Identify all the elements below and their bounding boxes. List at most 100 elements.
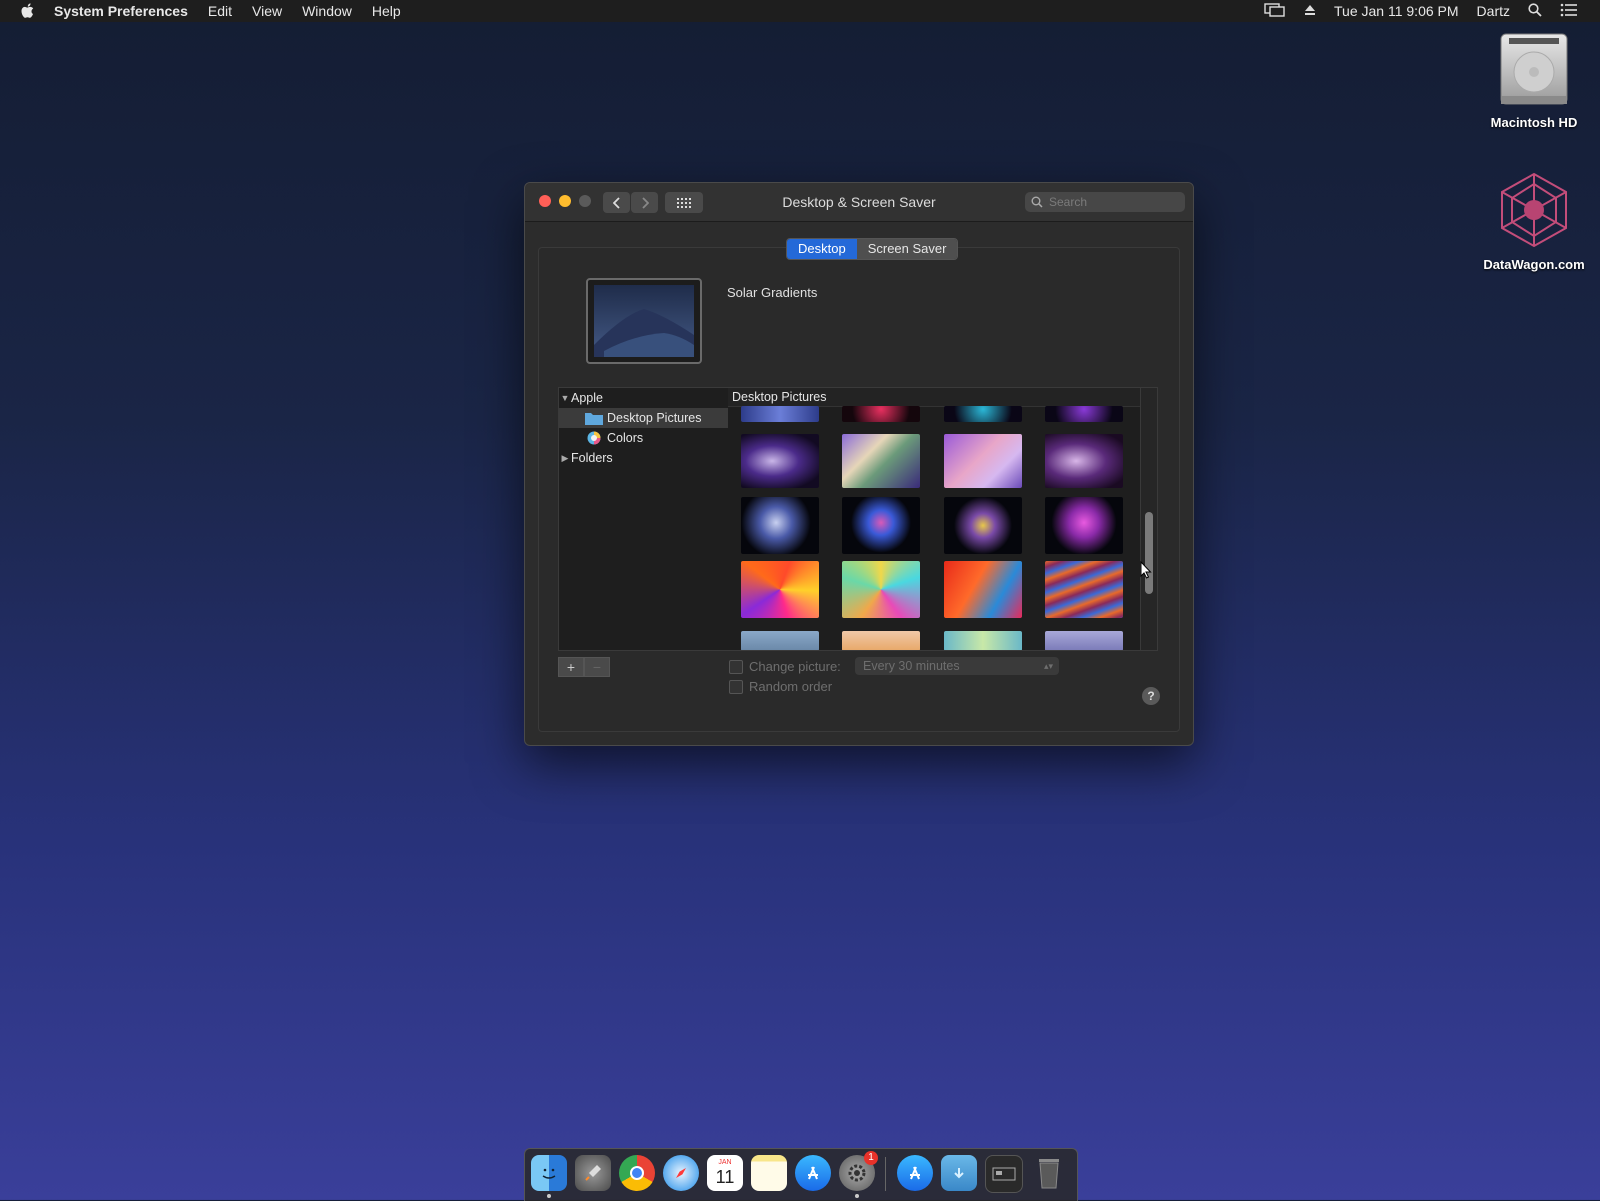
- add-remove-buttons: + −: [558, 657, 610, 677]
- wallpaper-thumbnail[interactable]: [944, 497, 1022, 554]
- random-order-option: Random order: [729, 679, 832, 694]
- search-icon: [1031, 196, 1043, 208]
- running-indicator: [547, 1194, 551, 1198]
- source-item-label: Colors: [607, 431, 644, 445]
- disclosure-closed-icon[interactable]: ▶: [559, 453, 571, 464]
- title-bar[interactable]: Desktop & Screen Saver Search: [525, 183, 1193, 222]
- stepper-arrows-icon: ▴▾: [1043, 661, 1053, 671]
- wallpaper-grid: Desktop Pictures: [728, 387, 1140, 651]
- datawagon-logo-icon: [1501, 172, 1567, 248]
- tab-desktop[interactable]: Desktop: [787, 239, 857, 259]
- dock-calendar-icon[interactable]: JAN 11: [707, 1155, 743, 1191]
- wallpaper-thumbnail[interactable]: [1045, 434, 1123, 488]
- wallpaper-thumbnail[interactable]: [944, 561, 1022, 618]
- dock-screenshot-icon[interactable]: [985, 1155, 1023, 1193]
- spotlight-search-icon[interactable]: [1528, 2, 1542, 20]
- mouse-cursor-icon: [1140, 560, 1152, 584]
- wallpaper-thumbnail[interactable]: [741, 497, 819, 554]
- dock-app-store-icon[interactable]: [795, 1155, 831, 1191]
- menu-user[interactable]: Dartz: [1477, 3, 1510, 19]
- add-folder-button[interactable]: +: [558, 657, 584, 677]
- menu-window[interactable]: Window: [302, 3, 352, 19]
- dock-launchpad-icon[interactable]: [575, 1155, 611, 1191]
- desktop-icon-label: DataWagon.com: [1483, 257, 1585, 272]
- folder-icon: [585, 413, 603, 425]
- dock-notes-icon[interactable]: [751, 1155, 787, 1191]
- wallpaper-thumbnail[interactable]: [842, 631, 920, 650]
- system-preferences-window: Desktop & Screen Saver Search Desktop Sc…: [524, 182, 1194, 746]
- source-item-label: Desktop Pictures: [607, 411, 702, 425]
- wallpaper-thumbnail[interactable]: [1045, 631, 1123, 650]
- grid-header: Desktop Pictures: [728, 388, 1140, 407]
- source-item-colors[interactable]: Colors: [559, 428, 729, 448]
- dock-trash-icon[interactable]: [1031, 1155, 1067, 1191]
- dock-separator: [885, 1157, 886, 1191]
- menu-bar: System Preferences Edit View Window Help…: [0, 0, 1600, 22]
- change-picture-checkbox[interactable]: [729, 659, 743, 674]
- wallpaper-preview-image: [594, 285, 694, 357]
- change-picture-label: Change picture:: [749, 659, 841, 674]
- random-order-checkbox[interactable]: [729, 679, 743, 694]
- dock-chrome-icon[interactable]: [619, 1155, 655, 1191]
- dock-finder-icon[interactable]: [531, 1155, 567, 1191]
- menu-edit[interactable]: Edit: [208, 3, 232, 19]
- wallpaper-thumbnail[interactable]: [842, 406, 920, 422]
- source-list: ▼ Apple Desktop Pictures Colors ▶ Folder…: [558, 387, 730, 651]
- color-wheel-icon: [587, 431, 601, 445]
- search-placeholder: Search: [1049, 195, 1088, 209]
- source-group-apple[interactable]: ▼ Apple: [559, 388, 729, 408]
- wallpaper-thumbnail[interactable]: [741, 631, 819, 650]
- apple-menu-icon[interactable]: [20, 2, 38, 20]
- wallpaper-thumbnail[interactable]: [1045, 561, 1123, 618]
- tab-control: Desktop Screen Saver: [786, 238, 959, 260]
- wallpaper-thumbnail[interactable]: [741, 406, 819, 422]
- notification-center-icon[interactable]: [1560, 3, 1578, 20]
- remove-folder-button[interactable]: −: [584, 657, 610, 677]
- dock: JAN 11 1: [524, 1148, 1078, 1201]
- wallpaper-thumbnail[interactable]: [1045, 497, 1123, 554]
- running-indicator: [855, 1194, 859, 1198]
- dock-system-preferences-icon[interactable]: 1: [839, 1151, 878, 1191]
- wallpaper-thumbnail[interactable]: [842, 497, 920, 554]
- help-button[interactable]: ?: [1142, 687, 1160, 705]
- wallpaper-preview: [586, 278, 702, 364]
- eject-icon[interactable]: [1304, 3, 1316, 19]
- search-field[interactable]: Search: [1025, 192, 1185, 212]
- calendar-month: JAN: [718, 1159, 732, 1166]
- wallpaper-thumbnail[interactable]: [741, 434, 819, 488]
- disclosure-open-icon[interactable]: ▼: [559, 393, 571, 403]
- tab-screen-saver[interactable]: Screen Saver: [856, 239, 958, 259]
- notification-badge: 1: [864, 1151, 878, 1165]
- wallpaper-thumbnail[interactable]: [842, 434, 920, 488]
- grid-scrollbar[interactable]: [1140, 387, 1158, 651]
- wallpaper-thumbnail[interactable]: [944, 631, 1022, 650]
- source-item-desktop-pictures[interactable]: Desktop Pictures: [559, 408, 729, 428]
- change-picture-option: Change picture:: [729, 659, 841, 674]
- desktop-icon-label: Macintosh HD: [1490, 115, 1578, 130]
- dock-downloads-folder-icon[interactable]: [941, 1155, 977, 1191]
- calendar-day: 11: [715, 1167, 735, 1187]
- desktop-panel: Desktop Screen Saver Solar Gradients ▼ A…: [538, 238, 1180, 732]
- change-interval-value: Every 30 minutes: [863, 659, 960, 673]
- change-interval-select[interactable]: Every 30 minutes ▴▾: [855, 657, 1059, 675]
- desktop-icon-macintosh-hd[interactable]: Macintosh HD: [1469, 32, 1599, 130]
- menu-app-name[interactable]: System Preferences: [54, 3, 188, 19]
- display-mirroring-icon[interactable]: [1264, 2, 1286, 20]
- dock-safari-icon[interactable]: [663, 1155, 699, 1191]
- wallpaper-thumbnail[interactable]: [842, 561, 920, 618]
- desktop-icon-datawagon[interactable]: DataWagon.com: [1469, 170, 1599, 272]
- menu-view[interactable]: View: [252, 3, 282, 19]
- wallpaper-thumbnail[interactable]: [1045, 406, 1123, 422]
- wallpaper-thumbnail[interactable]: [741, 561, 819, 618]
- hard-drive-icon: [1500, 33, 1568, 105]
- wallpaper-thumbnail[interactable]: [944, 434, 1022, 488]
- menu-help[interactable]: Help: [372, 3, 401, 19]
- source-group-label: Folders: [571, 451, 613, 465]
- source-group-folders[interactable]: ▶ Folders: [559, 448, 729, 468]
- wallpaper-thumbnail[interactable]: [944, 406, 1022, 422]
- dock-app-store-downloads-icon[interactable]: [897, 1155, 933, 1191]
- menu-clock[interactable]: Tue Jan 11 9:06 PM: [1334, 3, 1459, 19]
- random-order-label: Random order: [749, 679, 833, 694]
- wallpaper-name: Solar Gradients: [727, 285, 818, 300]
- source-group-label: Apple: [571, 391, 603, 405]
